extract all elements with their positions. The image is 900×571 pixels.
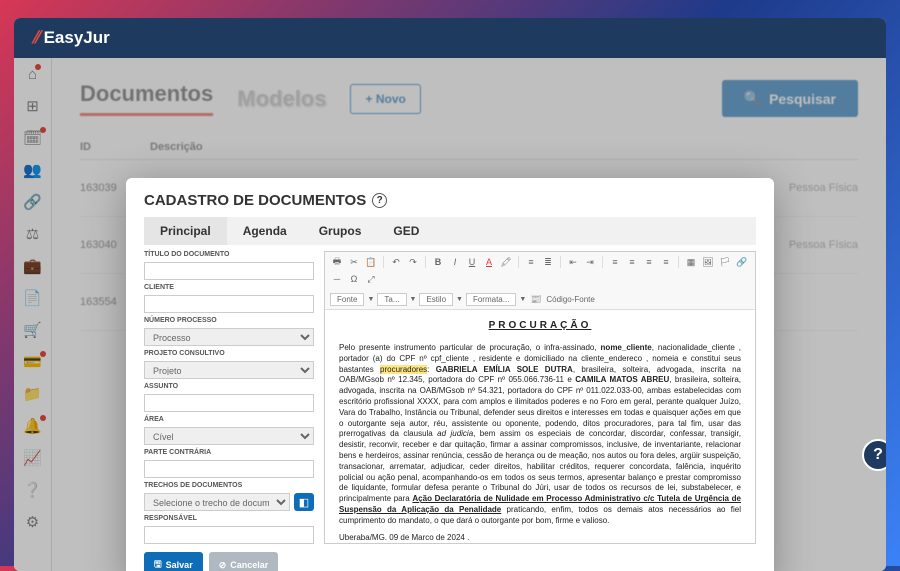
document-body[interactable]: PROCURAÇÃO Pelo presente instrumento par…: [325, 310, 755, 540]
align-justify-icon[interactable]: ≡: [659, 255, 673, 269]
add-trecho-button[interactable]: ◧: [294, 493, 314, 511]
italic-icon[interactable]: I: [448, 255, 462, 269]
select-area[interactable]: Cível: [144, 427, 314, 445]
tab-grupos[interactable]: Grupos: [303, 217, 378, 245]
image-icon[interactable]: 🖼: [701, 255, 715, 269]
input-cliente[interactable]: [144, 295, 314, 313]
editor: 🖶 ✂ 📋 ↶ ↷ B I U A 🖍: [324, 251, 756, 544]
label-trechos: TRECHOS DE DOCUMENTOS: [144, 482, 314, 489]
omega-icon[interactable]: Ω: [347, 272, 361, 286]
cancel-icon: ⊘: [219, 560, 227, 571]
print-icon[interactable]: 🖶: [330, 255, 344, 269]
input-parte[interactable]: [144, 460, 314, 478]
table-icon[interactable]: ▦: [684, 255, 698, 269]
flag-icon[interactable]: 🏳: [718, 255, 732, 269]
list-ol-icon[interactable]: ≡: [524, 255, 538, 269]
redo-icon[interactable]: ↷: [406, 255, 420, 269]
titlebar: ⫽ EasyJur: [14, 18, 886, 58]
label-projeto: PROJETO CONSULTIVO: [144, 350, 314, 357]
list-ul-icon[interactable]: ≣: [541, 255, 555, 269]
modal-title: CADASTRO DE DOCUMENTOS ?: [144, 192, 756, 209]
label-area: ÁREA: [144, 416, 314, 423]
select-format[interactable]: Formata...: [466, 293, 516, 306]
label-assunto: ASSUNTO: [144, 383, 314, 390]
align-left-icon[interactable]: ≡: [608, 255, 622, 269]
copy-icon[interactable]: 📋: [364, 255, 378, 269]
cancelar-button[interactable]: ⊘Cancelar: [209, 552, 279, 571]
label-cliente: CLIENTE: [144, 284, 314, 291]
tab-agenda[interactable]: Agenda: [227, 217, 303, 245]
label-numero: NÚMERO PROCESSO: [144, 317, 314, 324]
brand-name: EasyJur: [44, 28, 110, 48]
bold-icon[interactable]: B: [431, 255, 445, 269]
label-responsavel: RESPONSÁVEL: [144, 515, 314, 522]
label-titulo: TÍTULO DO DOCUMENTO: [144, 251, 314, 258]
label-parte: PARTE CONTRÁRIA: [144, 449, 314, 456]
doc-paragraph: Pelo presente instrumento particular de …: [339, 343, 741, 527]
select-style[interactable]: Estilo: [419, 293, 453, 306]
underline-icon[interactable]: U: [465, 255, 479, 269]
color-icon[interactable]: A: [482, 255, 496, 269]
select-size[interactable]: Ta...: [377, 293, 406, 306]
source-icon[interactable]: 📰: [529, 292, 543, 306]
input-responsavel[interactable]: [144, 526, 314, 544]
help-bubble[interactable]: ?: [862, 439, 886, 471]
select-trechos[interactable]: Selecione o trecho de documento: [144, 493, 290, 511]
hr-icon[interactable]: ─: [330, 272, 344, 286]
outdent-icon[interactable]: ⇤: [566, 255, 580, 269]
modal-cadastro: CADASTRO DE DOCUMENTOS ? Principal Agend…: [126, 178, 774, 571]
doc-heading: PROCURAÇÃO: [339, 320, 741, 331]
doc-footer: Uberaba/MG, 09 de Março de 2024 .: [339, 533, 741, 540]
select-projeto[interactable]: Projeto: [144, 361, 314, 379]
expand-icon[interactable]: ⤢: [364, 272, 378, 286]
highlight-icon[interactable]: 🖍: [499, 255, 513, 269]
cut-icon[interactable]: ✂: [347, 255, 361, 269]
save-icon: 🖫: [154, 557, 162, 571]
modal-backdrop: CADASTRO DE DOCUMENTOS ? Principal Agend…: [14, 58, 886, 571]
source-label[interactable]: Código-Fonte: [546, 295, 594, 304]
select-numero[interactable]: Processo: [144, 328, 314, 346]
tab-principal[interactable]: Principal: [144, 217, 227, 245]
input-titulo[interactable]: [144, 262, 314, 280]
undo-icon[interactable]: ↶: [389, 255, 403, 269]
select-font[interactable]: Fonte: [330, 293, 364, 306]
help-icon[interactable]: ?: [372, 193, 387, 208]
salvar-button[interactable]: 🖫Salvar: [144, 552, 203, 571]
align-center-icon[interactable]: ≡: [625, 255, 639, 269]
editor-toolbar: 🖶 ✂ 📋 ↶ ↷ B I U A 🖍: [325, 252, 755, 310]
input-assunto[interactable]: [144, 394, 314, 412]
logo-icon: ⫽: [32, 28, 40, 48]
align-right-icon[interactable]: ≡: [642, 255, 656, 269]
link-icon[interactable]: 🔗: [735, 255, 749, 269]
indent-icon[interactable]: ⇥: [583, 255, 597, 269]
modal-tabs: Principal Agenda Grupos GED: [144, 217, 756, 245]
tab-ged[interactable]: GED: [377, 217, 435, 245]
